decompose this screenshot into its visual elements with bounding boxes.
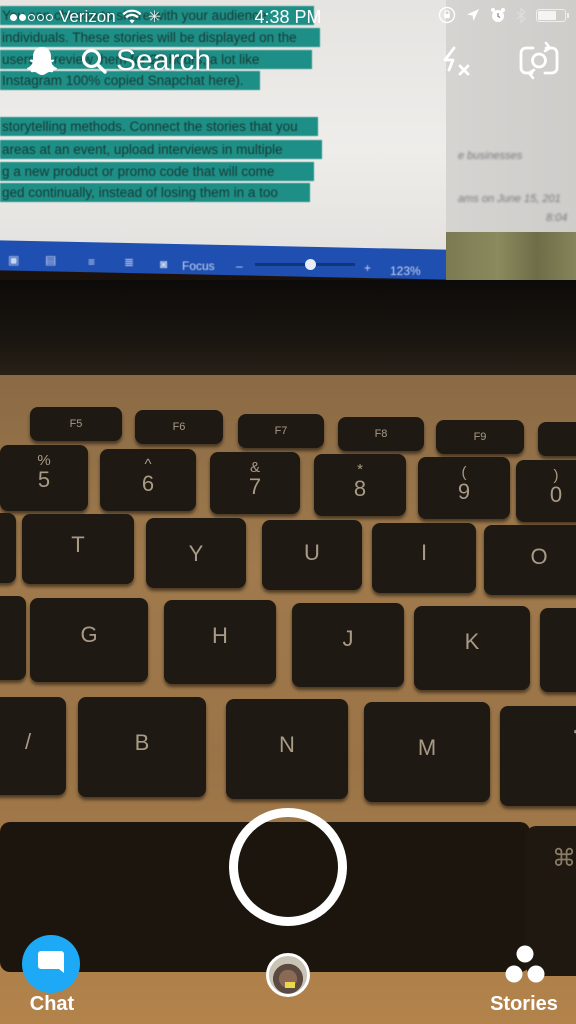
chat-button[interactable] <box>22 935 80 993</box>
location-icon <box>467 9 479 21</box>
orientation-lock-icon <box>438 6 456 24</box>
chat-bubble-icon <box>38 951 64 973</box>
alarm-icon <box>491 8 505 22</box>
flash-off-icon[interactable] <box>440 44 478 82</box>
stories-icon[interactable] <box>500 942 550 992</box>
capture-button[interactable] <box>229 808 347 926</box>
memories-thumbnail <box>285 982 295 988</box>
status-bar: Verizon ✳ 4:38 PM <box>0 0 576 34</box>
stories-label[interactable]: Stories <box>476 993 572 1016</box>
camera-flip-icon[interactable] <box>516 40 562 80</box>
memories-button[interactable] <box>266 953 310 997</box>
snapchat-camera-overlay: Verizon ✳ 4:38 PM Search Chat Stories <box>0 0 576 1024</box>
search-label: Search <box>116 44 212 77</box>
bluetooth-icon <box>516 6 526 24</box>
chat-label[interactable]: Chat <box>0 993 104 1016</box>
search-button[interactable]: Search <box>80 44 211 78</box>
battery-icon <box>536 8 569 22</box>
snapchat-ghost-icon[interactable] <box>24 44 60 80</box>
search-icon <box>81 48 107 74</box>
